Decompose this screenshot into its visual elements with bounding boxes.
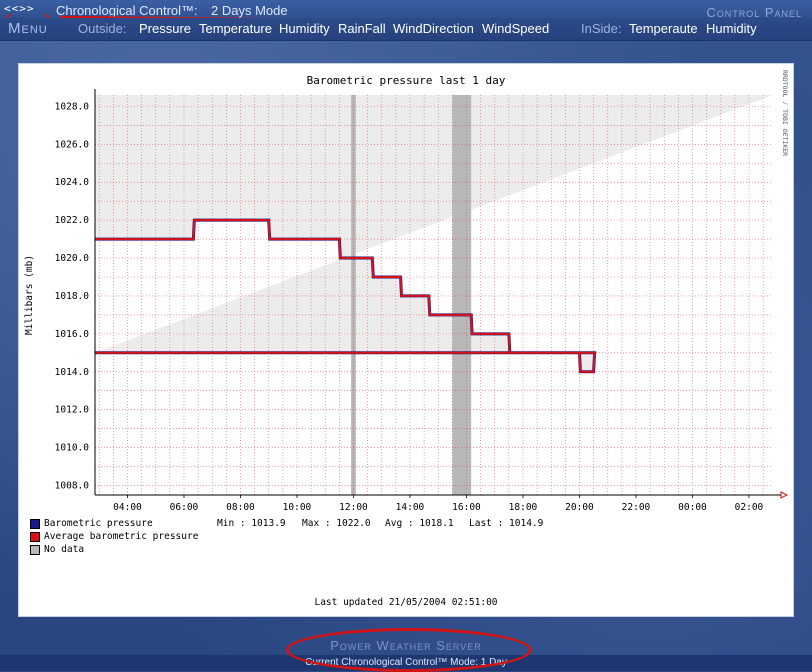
stat-max: Max : 1022.0 [302, 518, 371, 529]
red-ellipse-annotation [286, 628, 532, 672]
pressure-chart: 1008.0 1010.0 1012.0 1014.0 1016.0 1018.0 1020… [24, 70, 789, 513]
x-tick-label: 04:00 [113, 502, 142, 513]
y-tick-label: 1020.0 [55, 253, 90, 264]
legend-label-pressure: Barometric pressure [44, 518, 153, 529]
x-tick-label: 10:00 [283, 502, 312, 513]
y-axis-label: Millibars (mb) [24, 255, 35, 335]
stat-avg: Avg : 1018.1 [385, 518, 454, 529]
x-tick-label: 22:00 [622, 502, 651, 513]
y-tick-label: 1012.0 [55, 405, 90, 416]
legend-swatch-average [30, 532, 40, 542]
y-tick-label: 1024.0 [55, 177, 90, 188]
last-updated: Last updated 21/05/2004 02:51:00 [314, 597, 498, 608]
x-tick-label: 20:00 [565, 502, 594, 513]
x-tick-label: 06:00 [170, 502, 199, 513]
x-tick-label: 18:00 [509, 502, 538, 513]
stat-last: Last : 1014.9 [469, 518, 544, 529]
y-tick-label: 1018.0 [55, 291, 90, 302]
x-tick-label: 02:00 [735, 502, 764, 513]
x-tick-label: 08:00 [226, 502, 255, 513]
y-tick-label: 1016.0 [55, 329, 90, 340]
y-tick-label: 1026.0 [55, 139, 90, 150]
side-credit: RRDTOOL / TOBI OETIKER [781, 70, 789, 156]
y-tick-label: 1008.0 [55, 481, 90, 492]
stat-min: Min : 1013.9 [217, 518, 286, 529]
y-tick-label: 1014.0 [55, 367, 90, 378]
y-tick-label: 1010.0 [55, 443, 90, 454]
no-data-band-1 [452, 95, 472, 495]
x-tick-label: 00:00 [678, 502, 707, 513]
y-tick-label: 1028.0 [55, 101, 90, 112]
x-tick-label: 16:00 [452, 502, 481, 513]
x-tick-label: 14:00 [396, 502, 425, 513]
legend-label-no-data: No data [44, 544, 85, 555]
x-tick-label: 12:00 [339, 502, 368, 513]
legend-swatch-pressure [30, 519, 40, 529]
y-tick-label: 1022.0 [55, 215, 90, 226]
legend-swatch-no-data [30, 545, 40, 555]
legend-label-average: Average barometric pressure [44, 531, 199, 542]
x-axis-arrow [780, 491, 789, 499]
